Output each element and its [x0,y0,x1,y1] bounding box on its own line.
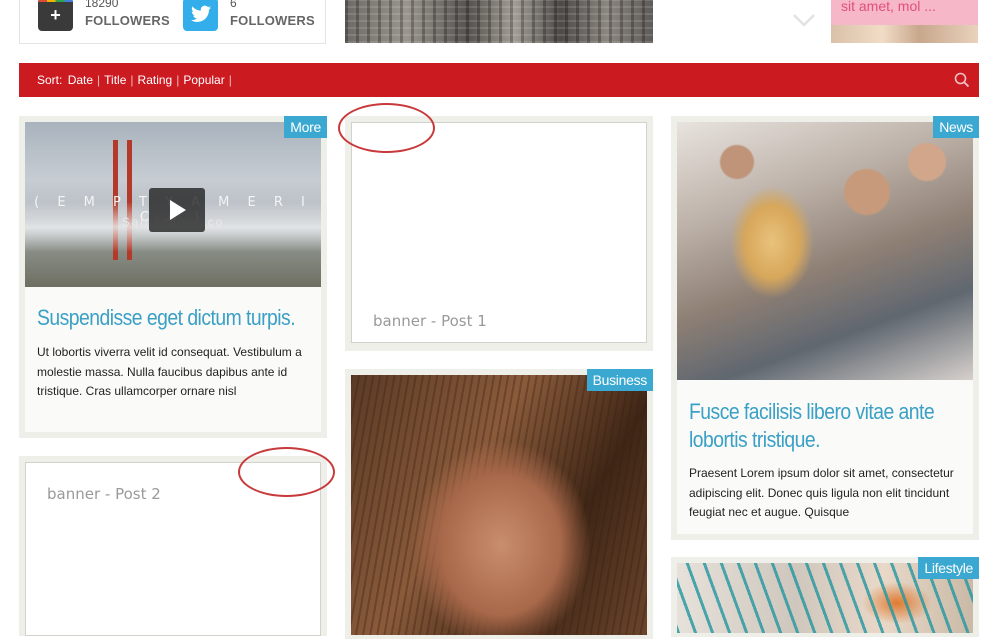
post-card-business[interactable]: Business [345,369,653,639]
promo-teaser[interactable]: sit amet, mol ... [831,0,978,43]
promo-teaser-text: sit amet, mol ... [841,0,936,14]
gplus-follower-label: FOLLOWERS [85,13,170,28]
post-image-portrait[interactable] [351,375,647,635]
play-icon[interactable] [149,188,205,232]
sort-option-rating[interactable]: Rating [138,73,173,87]
banner-post-1[interactable]: banner - Post 1 [351,122,647,343]
banner-label: banner - Post 2 [47,485,161,503]
post-card-news[interactable]: Fusce facilisis libero vitae ante lobort… [671,116,979,540]
gplus-follower-count: 18290 [85,0,119,10]
sort-option-title[interactable]: Title [104,73,126,87]
google-plus-icon: + [38,0,73,31]
annotation-circle-1 [338,103,435,153]
post-title[interactable]: Suspendisse eget dictum turpis. [37,304,336,332]
post-card-lifestyle[interactable]: Lifestyle [671,557,979,637]
city-skyline-image[interactable] [345,0,653,43]
category-tag-more[interactable]: More [284,116,327,138]
post-card-video[interactable]: ( E M P T Y A M E R I C A ) San Francisc… [19,116,327,438]
category-tag-business[interactable]: Business [586,369,653,391]
sort-bar: Sort: Date | Title | Rating | Popular | [19,63,979,97]
category-tag-lifestyle[interactable]: Lifestyle [918,557,979,579]
search-icon[interactable] [954,72,970,88]
social-followers-box: + 18290 FOLLOWERS 6 FOLLOWERS [19,0,326,44]
post-excerpt: Praesent Lorem ipsum dolor sit amet, con… [689,466,954,519]
twitter-follower-count: 6 [230,0,237,10]
post-excerpt: Ut lobortis viverra velit id consequat. … [37,345,302,398]
sort-option-popular[interactable]: Popular [183,73,224,87]
category-tag-news[interactable]: News [933,116,979,138]
promo-portrait-image [831,25,978,43]
annotation-circle-2 [238,447,335,497]
sort-option-date[interactable]: Date [68,73,93,87]
banner-label: banner - Post 1 [373,312,487,330]
post-title[interactable]: Fusce facilisis libero vitae ante lobort… [689,398,988,454]
chevron-down-icon[interactable] [792,12,816,28]
sort-prefix: Sort: [37,73,63,87]
video-thumbnail[interactable]: ( E M P T Y A M E R I C A ) San Francisc… [25,122,321,287]
twitter-bird-icon [183,0,218,31]
post-image-crowd[interactable] [677,122,973,380]
twitter-follower-label: FOLLOWERS [230,13,315,28]
